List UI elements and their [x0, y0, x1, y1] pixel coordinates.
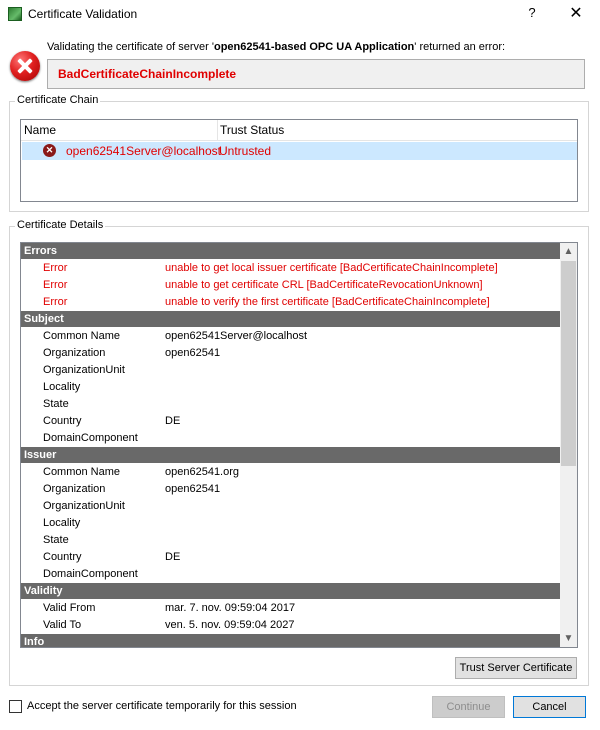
detail-value: unable to get certificate CRL [BadCertif…	[165, 279, 483, 291]
detail-value: mar. 7. nov. 09:59:04 2017	[165, 602, 296, 614]
detail-key: DomainComponent	[43, 568, 138, 580]
error-code-box: BadCertificateChainIncomplete	[47, 59, 585, 89]
detail-row[interactable]: Organization open62541	[21, 481, 560, 498]
column-trust-status-header[interactable]: Trust Status	[220, 123, 284, 137]
detail-row[interactable]: OrganizationUnit	[21, 498, 560, 515]
detail-row[interactable]: Locality	[21, 379, 560, 396]
detail-row[interactable]: Locality	[21, 515, 560, 532]
column-name-header[interactable]: Name	[24, 123, 56, 137]
detail-value: ven. 5. nov. 09:59:04 2027	[165, 619, 295, 631]
section-header-info: Info	[21, 634, 560, 647]
close-button[interactable]: ✕	[566, 3, 586, 23]
detail-row[interactable]: OrganizationUnit	[21, 362, 560, 379]
detail-row[interactable]: State	[21, 532, 560, 549]
detail-key: Error	[43, 279, 68, 291]
certificate-chain-tree[interactable]: Name Trust Status ✕ open62541Server@loca…	[20, 119, 578, 202]
section-header-subject: Subject	[21, 311, 560, 328]
certificate-details-list[interactable]: Errors Error unable to get local issuer ce…	[20, 242, 578, 648]
detail-value: open62541Server@localhost	[165, 330, 308, 342]
untrusted-icon: ✕	[43, 144, 56, 157]
detail-key: Locality	[43, 381, 81, 393]
detail-key: Error	[43, 262, 68, 274]
detail-key: State	[43, 534, 69, 546]
details-rows: Errors Error unable to get local issuer ce…	[21, 243, 560, 647]
detail-key: OrganizationUnit	[43, 364, 125, 376]
server-name: open62541-based OPC UA Application	[213, 41, 415, 53]
detail-row[interactable]: Common Name open62541Server@localhost	[21, 328, 560, 345]
detail-value: DE	[165, 551, 181, 563]
detail-row[interactable]: State	[21, 396, 560, 413]
detail-value: unable to verify the first certificate […	[165, 296, 490, 308]
column-separator[interactable]	[217, 120, 218, 140]
section-header-validity: Validity	[21, 583, 560, 600]
detail-row[interactable]: Common Name open62541.org	[21, 464, 560, 481]
scroll-down-arrow-icon[interactable]: ▼	[560, 630, 577, 647]
accept-temporarily-checkbox[interactable]	[9, 700, 22, 713]
cancel-button[interactable]: Cancel	[513, 696, 586, 718]
certificate-chain-label: Certificate Chain	[15, 94, 101, 106]
window-title: Certificate Validation	[28, 7, 138, 21]
detail-row[interactable]: DomainComponent	[21, 566, 560, 583]
detail-value: open62541	[165, 347, 221, 359]
app-icon	[8, 7, 22, 21]
scroll-thumb[interactable]	[561, 261, 576, 466]
tree-header: Name Trust Status	[21, 120, 577, 141]
message-prefix: Validating the certificate of server '	[47, 41, 214, 53]
detail-value: unable to get local issuer certificate […	[165, 262, 498, 274]
message-suffix: ' returned an error:	[414, 41, 506, 53]
detail-key: DomainComponent	[43, 432, 138, 444]
section-header-issuer: Issuer	[21, 447, 560, 464]
detail-key: Valid From	[43, 602, 96, 614]
detail-row[interactable]: Country DE	[21, 549, 560, 566]
title-bar: Certificate Validation ? ✕	[0, 0, 600, 28]
detail-key: Organization	[43, 347, 106, 359]
detail-key: OrganizationUnit	[43, 500, 125, 512]
chain-row-name: open62541Server@localhost	[66, 144, 221, 158]
detail-row[interactable]: Error unable to verify the first certific…	[21, 294, 560, 311]
chain-row-status: Untrusted	[219, 144, 272, 158]
detail-key: Country	[43, 415, 82, 427]
detail-value: DE	[165, 415, 181, 427]
detail-key: State	[43, 398, 69, 410]
detail-key: Locality	[43, 517, 81, 529]
detail-key: Country	[43, 551, 82, 563]
detail-row[interactable]: Valid From mar. 7. nov. 09:59:04 2017	[21, 600, 560, 617]
detail-value: open62541	[165, 483, 221, 495]
continue-button[interactable]: Continue	[432, 696, 505, 718]
chain-row[interactable]: ✕ open62541Server@localhost Untrusted	[22, 142, 577, 160]
error-code: BadCertificateChainIncomplete	[58, 67, 237, 81]
error-icon	[10, 51, 40, 81]
trust-server-certificate-button[interactable]: Trust Server Certificate	[455, 657, 577, 679]
validation-message: Validating the certificate of server 'op…	[47, 41, 505, 53]
certificate-details-label: Certificate Details	[15, 219, 106, 231]
section-header-errors: Errors	[21, 243, 560, 260]
detail-key: Common Name	[43, 466, 121, 478]
detail-row[interactable]: Country DE	[21, 413, 560, 430]
detail-key: Valid To	[43, 619, 82, 631]
scroll-up-arrow-icon[interactable]: ▲	[560, 243, 577, 260]
detail-key: Common Name	[43, 330, 121, 342]
detail-key: Error	[43, 296, 68, 308]
detail-row[interactable]: Organization open62541	[21, 345, 560, 362]
help-button[interactable]: ?	[522, 5, 542, 23]
accept-temporarily-label[interactable]: Accept the server certificate temporaril…	[27, 700, 297, 712]
details-scrollbar[interactable]: ▲ ▼	[560, 243, 577, 647]
detail-row[interactable]: DomainComponent	[21, 430, 560, 447]
detail-key: Organization	[43, 483, 106, 495]
detail-row[interactable]: Valid To ven. 5. nov. 09:59:04 2027	[21, 617, 560, 634]
detail-row[interactable]: Error unable to get local issuer certific…	[21, 260, 560, 277]
detail-value: open62541.org	[165, 466, 240, 478]
detail-row[interactable]: Error unable to get certificate CRL [BadC…	[21, 277, 560, 294]
